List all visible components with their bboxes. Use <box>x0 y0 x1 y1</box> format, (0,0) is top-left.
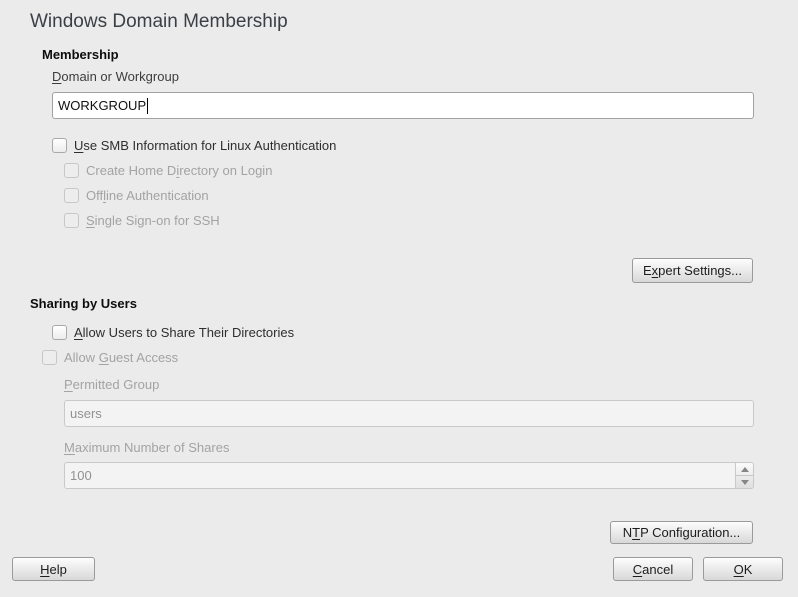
cancel-button[interactable]: Cancel <box>613 557 693 581</box>
arrow-up-icon <box>741 467 749 472</box>
max-shares-label: Maximum Number of Shares <box>64 440 229 455</box>
max-shares-value: 100 <box>65 468 735 483</box>
checkbox-icon <box>64 163 79 178</box>
spinner-buttons <box>735 463 753 488</box>
offline-authentication-checkbox: Offline Authentication <box>64 188 209 203</box>
max-shares-spinner: 100 <box>64 462 754 489</box>
offline-authentication-label: Offline Authentication <box>86 188 209 203</box>
permitted-group-input: users <box>64 400 754 427</box>
create-home-directory-checkbox: Create Home Directory on Login <box>64 163 272 178</box>
permitted-group-value: users <box>70 406 102 421</box>
expert-settings-button[interactable]: Expert Settings... <box>632 258 753 283</box>
windows-domain-membership-dialog: Windows Domain Membership Membership Dom… <box>0 0 798 597</box>
ok-button[interactable]: OK <box>703 557 783 581</box>
checkbox-icon[interactable] <box>52 325 67 340</box>
allow-guest-access-checkbox: Allow Guest Access <box>42 350 178 365</box>
allow-users-share-checkbox[interactable]: Allow Users to Share Their Directories <box>52 325 294 340</box>
domain-or-workgroup-label: Domain or Workgroup <box>52 69 179 84</box>
spinner-down-button <box>736 475 753 488</box>
allow-users-share-label: Allow Users to Share Their Directories <box>74 325 294 340</box>
use-smb-auth-checkbox[interactable]: Use SMB Information for Linux Authentica… <box>52 138 336 153</box>
help-button[interactable]: Help <box>12 557 95 581</box>
permitted-group-label: Permitted Group <box>64 377 159 392</box>
checkbox-icon[interactable] <box>52 138 67 153</box>
domain-or-workgroup-input[interactable]: WORKGROUP <box>52 92 754 119</box>
checkbox-icon <box>42 350 57 365</box>
sharing-section-heading: Sharing by Users <box>30 296 137 311</box>
use-smb-auth-label: Use SMB Information for Linux Authentica… <box>74 138 336 153</box>
ntp-configuration-button[interactable]: NTP Configuration... <box>610 521 753 544</box>
checkbox-icon <box>64 188 79 203</box>
text-cursor <box>147 98 148 114</box>
membership-section-heading: Membership <box>42 47 119 62</box>
single-sign-on-checkbox: Single Sign-on for SSH <box>64 213 220 228</box>
checkbox-icon <box>64 213 79 228</box>
page-title: Windows Domain Membership <box>30 11 288 33</box>
single-sign-on-label: Single Sign-on for SSH <box>86 213 220 228</box>
spinner-up-button <box>736 463 753 475</box>
domain-or-workgroup-value: WORKGROUP <box>58 98 146 113</box>
allow-guest-access-label: Allow Guest Access <box>64 350 178 365</box>
create-home-directory-label: Create Home Directory on Login <box>86 163 272 178</box>
arrow-down-icon <box>741 480 749 485</box>
